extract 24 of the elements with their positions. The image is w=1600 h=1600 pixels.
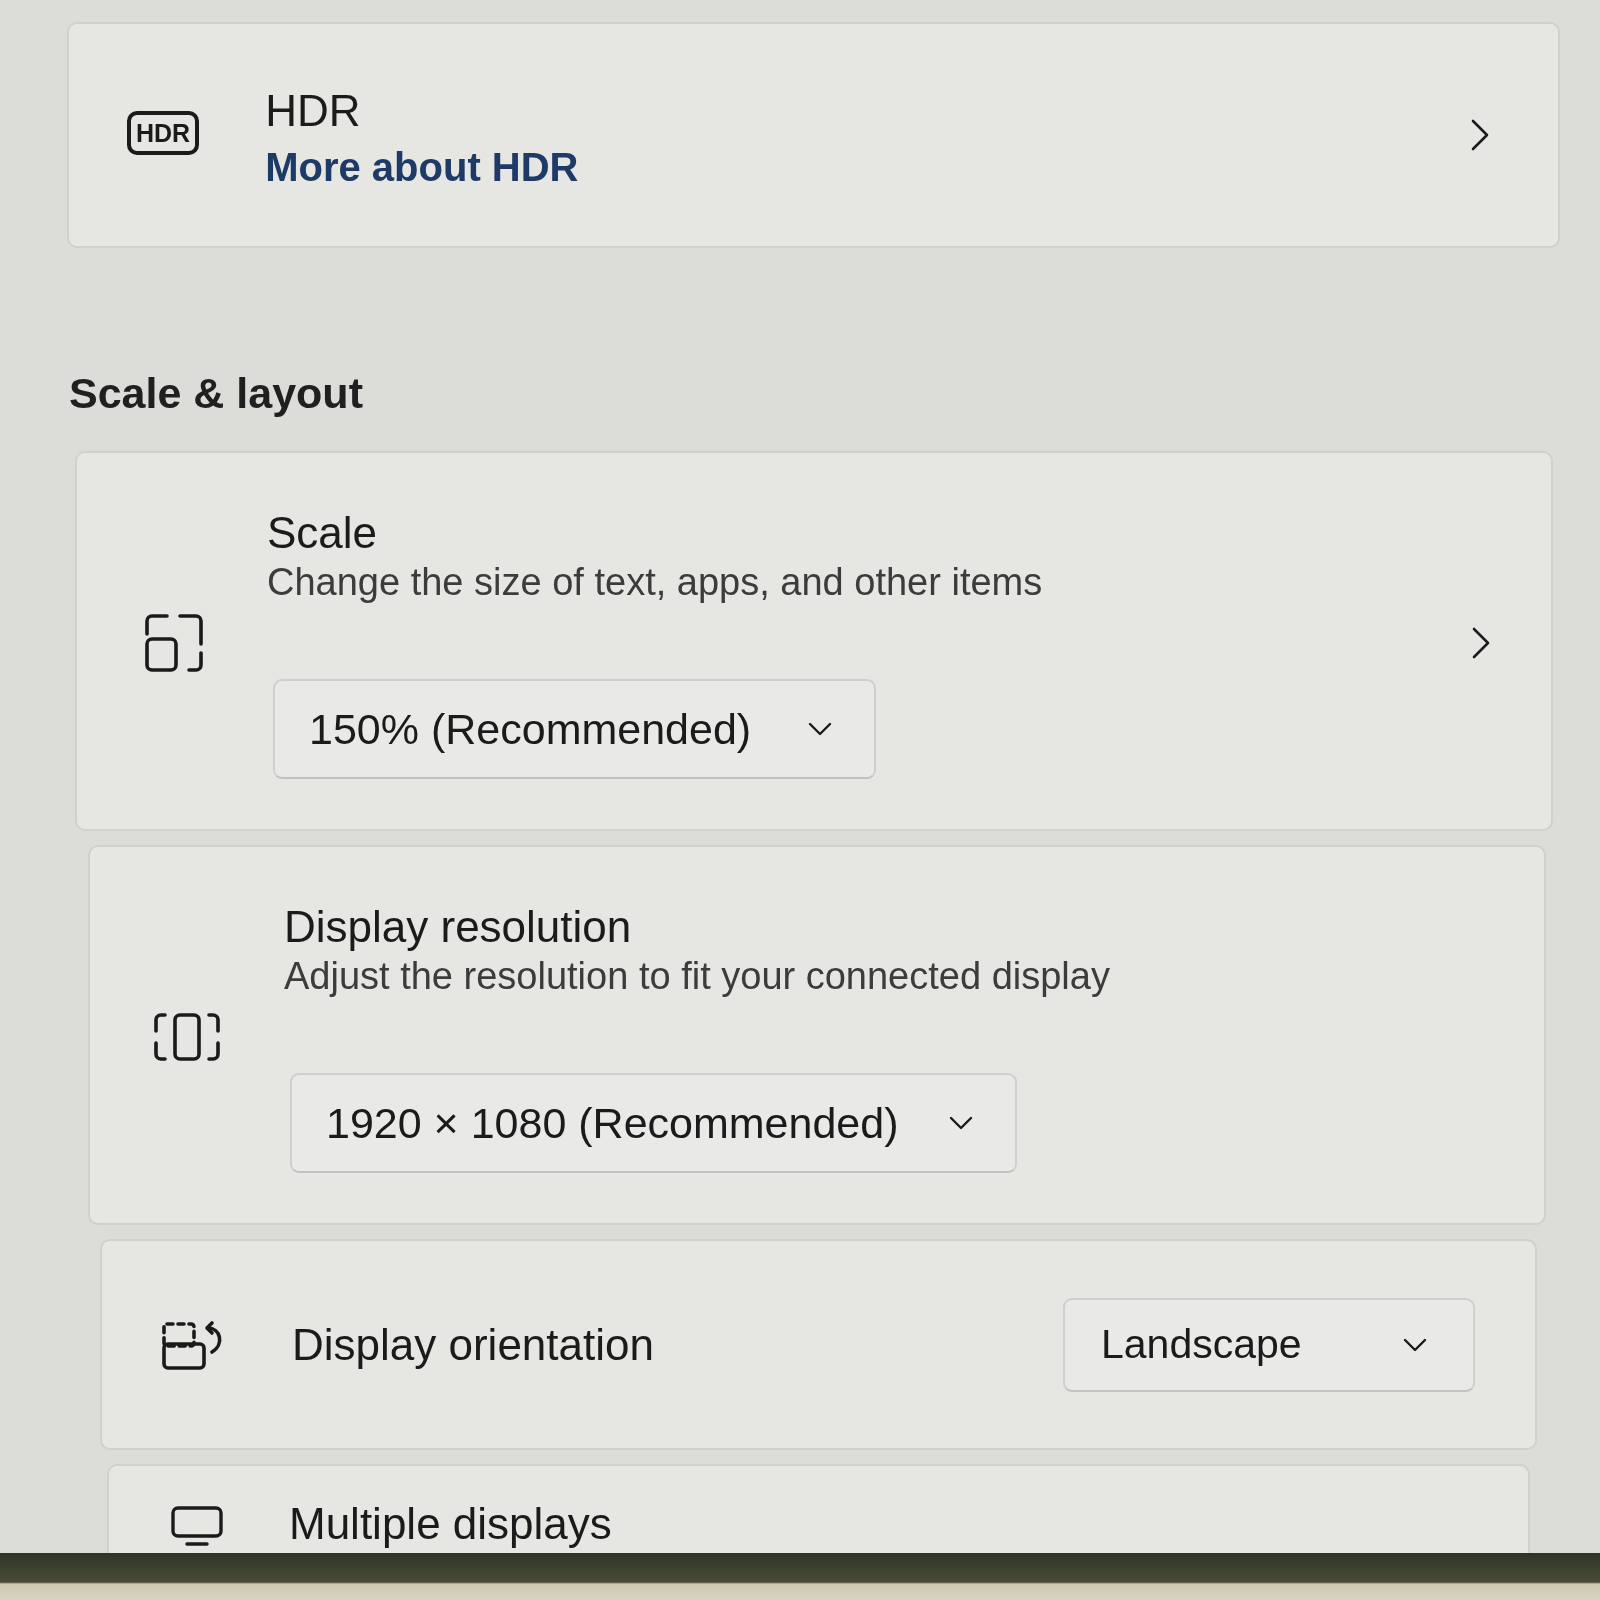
hdr-card[interactable]: HDR HDR More about HDR: [67, 22, 1560, 248]
setting-title: Display orientation: [292, 1318, 654, 1371]
setting-card[interactable]: Multiple displays: [107, 1464, 1530, 1553]
setting-card[interactable]: Display resolution Adjust the resolution to fit your connected display 1920 × 1080 (Recommended): [88, 845, 1546, 1225]
chevron-down-icon: [949, 1116, 973, 1130]
hdr-link[interactable]: More about HDR: [265, 142, 579, 192]
setting-description: Adjust the resolution to fit your connected display: [284, 954, 1110, 999]
setting-description: Change the size of text, apps, and other items: [267, 560, 1043, 605]
section-title: Scale & layout: [69, 368, 363, 418]
chevron-down-icon: [1403, 1337, 1427, 1352]
scale-icon: [145, 614, 203, 672]
hdr-icon: HDR: [127, 111, 200, 155]
dropdown[interactable]: 1920 × 1080 (Recommended): [290, 1073, 1017, 1173]
monitor-icon: [171, 1506, 223, 1546]
resolution-icon: [154, 1013, 220, 1061]
dropdown[interactable]: 150% (Recommended): [273, 679, 876, 779]
setting-title: Scale: [267, 507, 378, 559]
setting-title: Multiple displays: [289, 1498, 612, 1550]
setting-card[interactable]: Scale Change the size of text, apps, and other items 150% (Recommended): [75, 451, 1553, 831]
setting-card[interactable]: Display orientation Landscape: [100, 1239, 1537, 1450]
hdr-title: HDR: [265, 85, 361, 137]
dropdown[interactable]: Landscape: [1063, 1297, 1475, 1392]
setting-title: Display resolution: [284, 901, 632, 953]
chevron-down-icon: [808, 722, 832, 736]
